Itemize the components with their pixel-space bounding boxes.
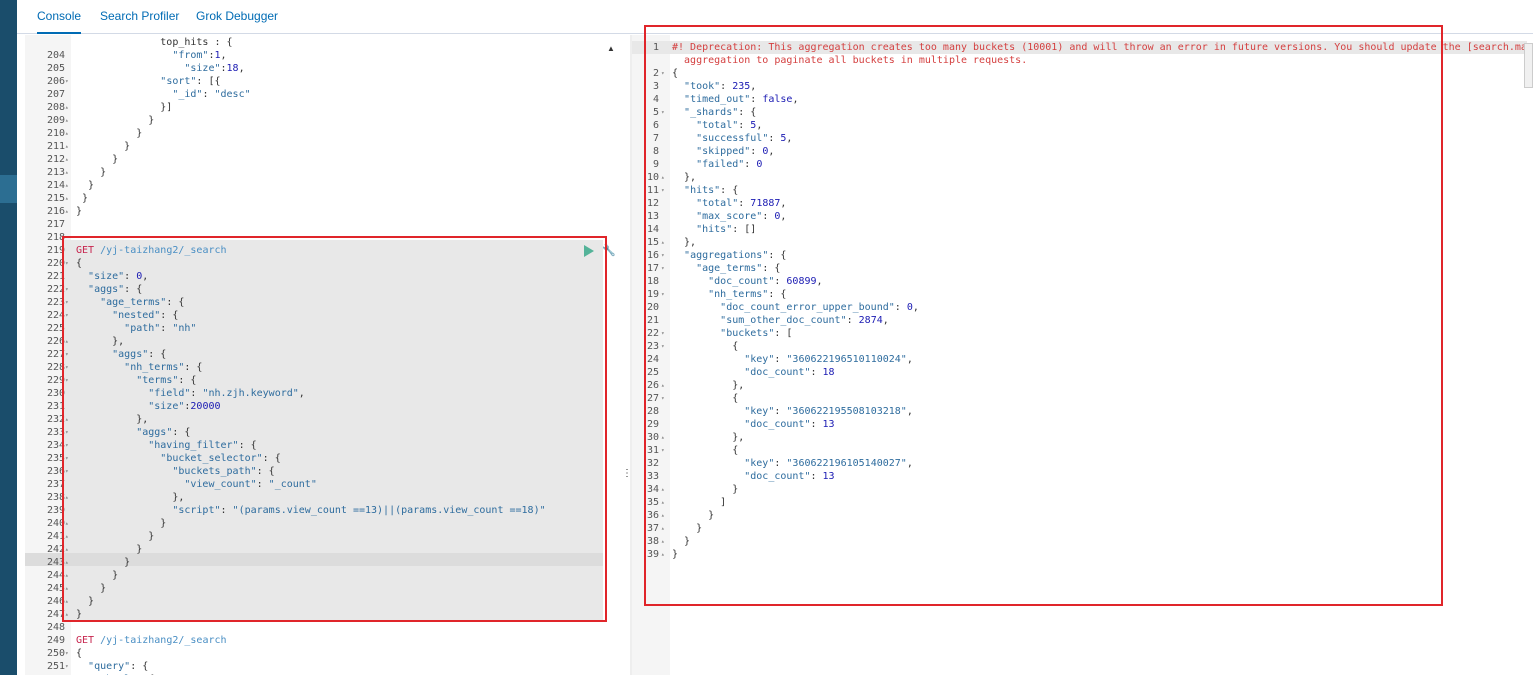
line-number: 215	[46, 193, 65, 204]
line-number: 210	[46, 128, 65, 139]
code-text: GET /yj-taizhang2/_search	[76, 635, 227, 646]
code-text: "query": {	[88, 661, 149, 672]
line-number: 228	[46, 362, 65, 373]
code-text: }	[76, 128, 143, 139]
line-number: 244	[46, 570, 65, 581]
line-number: 214	[46, 180, 65, 191]
tab-search-profiler[interactable]: Search Profiler	[100, 0, 179, 34]
fold-close-icon[interactable]: ▴	[65, 192, 69, 205]
fold-close-icon[interactable]: ▴	[65, 101, 69, 114]
request-annotation-box	[62, 236, 607, 622]
line-number: 212	[46, 154, 65, 165]
line-number: 205	[46, 63, 65, 74]
fold-close-icon[interactable]: ▴	[65, 153, 69, 166]
line-number: 248	[46, 622, 65, 633]
line-number: 213	[46, 167, 65, 178]
line-number: 240	[46, 518, 65, 529]
code-text: }	[76, 206, 83, 217]
fold-close-icon[interactable]: ▴	[65, 127, 69, 140]
code-text: }]	[76, 102, 173, 113]
line-number: 225	[46, 323, 65, 334]
fold-open-icon[interactable]: ▾	[65, 75, 69, 88]
code-text: "from":1,	[172, 50, 227, 61]
line-number: 237	[46, 479, 65, 490]
caret-up-icon[interactable]: ▲	[607, 44, 615, 53]
fold-close-icon[interactable]: ▴	[65, 114, 69, 127]
line-number	[25, 36, 65, 49]
code-text: }	[76, 180, 95, 191]
line-number: 206	[46, 76, 65, 87]
line-number: 234	[46, 440, 65, 451]
code-text: "sort": [{	[160, 76, 221, 87]
code-text: "size":18,	[184, 63, 245, 74]
fold-open-icon[interactable]: ▾	[65, 647, 69, 660]
line-number: 230	[46, 388, 65, 399]
line-number: 222	[46, 284, 65, 295]
response-scrollbar[interactable]	[1524, 43, 1533, 88]
line-number: 243	[46, 557, 65, 568]
fold-open-icon[interactable]: ▾	[65, 660, 69, 673]
line-number: 216	[46, 206, 65, 217]
line-number: 251	[46, 661, 65, 672]
line-number: 239	[46, 505, 65, 516]
code-text: }	[76, 193, 89, 204]
line-number: 249	[46, 635, 65, 646]
line-number: 220	[46, 258, 65, 269]
line-number: 204	[46, 50, 65, 61]
line-number: 235	[46, 453, 65, 464]
line-number: 245	[46, 583, 65, 594]
line-number: 242	[46, 544, 65, 555]
code-text: {	[76, 648, 83, 659]
line-number: 207	[46, 89, 65, 100]
line-number: 221	[46, 271, 65, 282]
line-number: 250	[46, 648, 65, 659]
code-text: }	[76, 167, 107, 178]
fold-close-icon[interactable]: ▴	[65, 179, 69, 192]
line-number: 229	[46, 375, 65, 386]
line-number: 232	[46, 414, 65, 425]
code-text: }	[76, 154, 119, 165]
sidebar-active-item[interactable]	[0, 175, 17, 203]
tab-console[interactable]: Console	[37, 0, 82, 34]
line-number: 247	[46, 609, 65, 620]
line-number: 211	[46, 141, 65, 152]
code-text: "_id": "desc"	[172, 89, 251, 100]
line-number: 246	[46, 596, 65, 607]
line-number: 231	[46, 401, 65, 412]
line-number: 224	[46, 310, 65, 321]
line-number: 236	[46, 466, 65, 477]
line-number: 233	[46, 427, 65, 438]
fold-close-icon[interactable]: ▴	[65, 140, 69, 153]
line-number: 238	[46, 492, 65, 503]
code-text: }	[76, 115, 155, 126]
line-number: 223	[46, 297, 65, 308]
nav-sidebar	[0, 0, 17, 675]
code-text: }	[76, 141, 131, 152]
line-number: 241	[46, 531, 65, 542]
line-number: 219	[46, 245, 65, 256]
fold-close-icon[interactable]: ▴	[65, 166, 69, 179]
tab-grok-debugger[interactable]: Grok Debugger	[196, 0, 278, 34]
fold-close-icon[interactable]: ▴	[65, 205, 69, 218]
line-number: 217	[46, 219, 65, 230]
line-number: 227	[46, 349, 65, 360]
line-number: 218	[46, 232, 65, 243]
line-number: 208	[46, 102, 65, 113]
code-text: top_hits : {	[76, 37, 233, 48]
response-annotation-box	[644, 25, 1443, 606]
line-number: 226	[46, 336, 65, 347]
line-number: 209	[46, 115, 65, 126]
